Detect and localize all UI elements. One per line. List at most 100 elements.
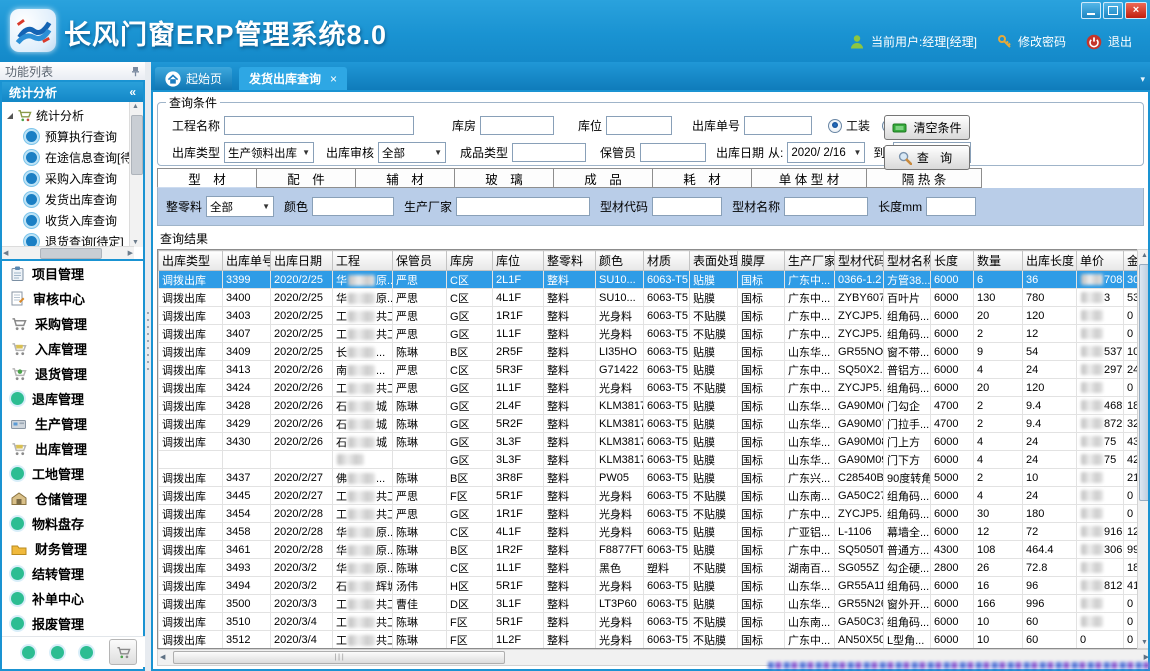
radio-gongzhuang[interactable]: [828, 119, 842, 133]
scroll-left-icon[interactable]: ◀: [160, 653, 165, 661]
column-header[interactable]: 工程: [333, 251, 393, 271]
sidebar-menu-item-2[interactable]: 审核中心: [2, 286, 143, 311]
table-row[interactable]: 调拨出库34072020/2/25工共工程严思G区1L1F整料光身料6063-T…: [159, 325, 1139, 343]
column-header[interactable]: 出库类型: [159, 251, 223, 271]
table-row[interactable]: 调拨出库34282020/2/26石城陈琳G区2L4F整料KLM38176063…: [159, 397, 1139, 415]
column-header[interactable]: 出库单号: [223, 251, 271, 271]
search-button[interactable]: 查 询: [884, 145, 970, 170]
tree-horizontal-scrollbar[interactable]: ◀ ▶: [2, 246, 134, 259]
cart-button[interactable]: [109, 639, 137, 665]
scroll-up-icon[interactable]: ▲: [132, 103, 139, 110]
length-input[interactable]: [926, 197, 976, 216]
change-password-link[interactable]: 修改密码: [1018, 33, 1066, 50]
material-tab-7[interactable]: 单 体 型 材: [751, 168, 867, 188]
green-dot-icon[interactable]: [80, 646, 93, 659]
scrollbar-thumb[interactable]: [131, 115, 143, 175]
profile-name-input[interactable]: [784, 197, 868, 216]
date-from-select[interactable]: 2020/ 2/16▼: [787, 142, 865, 163]
table-row[interactable]: 调拨出库35102020/3/4工共工程陈琳F区5R1F整料光身料6063-T5…: [159, 613, 1139, 631]
table-row[interactable]: 调拨出库35002020/3/3工共工程曹佳D区3L1F整料LT3P606063…: [159, 595, 1139, 613]
table-row[interactable]: 调拨出库35122020/3/4工共工程陈琳F区1L2F整料光身料6063-T5…: [159, 631, 1139, 649]
tree-item-1[interactable]: 预算执行查询: [2, 126, 143, 147]
column-header[interactable]: 金额: [1124, 251, 1139, 271]
column-header[interactable]: 出库长度: [1023, 251, 1077, 271]
column-header[interactable]: 型材代码: [835, 251, 884, 271]
sidebar-menu-item-3[interactable]: 采购管理: [2, 311, 143, 336]
table-row[interactable]: 调拨出库34292020/2/26石城陈琳G区5R2F整料KLM38176063…: [159, 415, 1139, 433]
column-header[interactable]: 型材名称: [884, 251, 931, 271]
color-input[interactable]: [312, 197, 394, 216]
column-header[interactable]: 整零料: [544, 251, 596, 271]
column-header[interactable]: 保管员: [393, 251, 447, 271]
close-button[interactable]: ×: [1125, 2, 1147, 19]
tab-shipment-query[interactable]: 发货出库查询 ×: [239, 67, 347, 90]
warehouse-input[interactable]: [480, 116, 554, 135]
scroll-right-icon[interactable]: ▶: [1144, 653, 1149, 661]
tab-close-icon[interactable]: ×: [330, 72, 337, 86]
logout-link[interactable]: 退出: [1108, 33, 1132, 50]
column-header[interactable]: 单价: [1077, 251, 1124, 271]
sidebar-menu-item-13[interactable]: 结转管理: [2, 561, 143, 586]
sidebar-menu-item-14[interactable]: 补单中心: [2, 586, 143, 611]
column-header[interactable]: 颜色: [596, 251, 644, 271]
audit-select[interactable]: 全部▼: [378, 142, 446, 163]
table-row[interactable]: 调拨出库34612020/2/28华原...陈琳B区1R2F整料F8877FT6…: [159, 541, 1139, 559]
location-input[interactable]: [606, 116, 672, 135]
scroll-right-icon[interactable]: ▶: [128, 249, 133, 257]
sidebar-menu-item-9[interactable]: 工地管理: [2, 461, 143, 486]
tree-item-3[interactable]: 采购入库查询: [2, 168, 143, 189]
grid-vertical-scrollbar[interactable]: ▲ ▼: [1137, 249, 1150, 649]
material-tab-6[interactable]: 耗 材: [652, 168, 752, 188]
sidebar-menu-item-7[interactable]: 生产管理: [2, 411, 143, 436]
sidebar-menu-item-6[interactable]: 退库管理: [2, 386, 143, 411]
table-row[interactable]: 调拨出库34372020/2/27佛...陈琳B区3R8F整料PW056063-…: [159, 469, 1139, 487]
table-row[interactable]: 调拨出库34032020/2/25工共工程严思G区1R1F整料光身料6063-T…: [159, 307, 1139, 325]
scrollbar-thumb[interactable]: [40, 248, 102, 259]
order-no-input[interactable]: [744, 116, 812, 135]
tree-item-2[interactable]: 在途信息查询[待: [2, 147, 143, 168]
sidebar-menu-item-8[interactable]: 出库管理: [2, 436, 143, 461]
column-header[interactable]: 库房: [447, 251, 493, 271]
column-header[interactable]: 长度: [931, 251, 974, 271]
table-row[interactable]: 调拨出库34942020/3/2石辉城汤伟H区5R1F整料光身料6063-T5贴…: [159, 577, 1139, 595]
column-header[interactable]: 生产厂家: [785, 251, 835, 271]
pin-icon[interactable]: [131, 66, 140, 77]
tabstrip-dropdown-icon[interactable]: ▾: [1140, 74, 1145, 85]
column-header[interactable]: 膜厚: [738, 251, 785, 271]
table-row[interactable]: 调拨出库34132020/2/26南...严思C区5R3F整料G71422606…: [159, 361, 1139, 379]
tree-root-node[interactable]: 统计分析: [2, 102, 143, 126]
scroll-left-icon[interactable]: ◀: [3, 249, 8, 257]
tree-item-4[interactable]: 发货出库查询: [2, 189, 143, 210]
material-tab-2[interactable]: 配 件: [256, 168, 356, 188]
whole-part-select[interactable]: 全部▼: [206, 196, 274, 217]
column-header[interactable]: 库位: [493, 251, 544, 271]
sidebar-menu-item-10[interactable]: 仓储管理: [2, 486, 143, 511]
maximize-button[interactable]: [1103, 2, 1123, 19]
product-type-input[interactable]: [512, 143, 586, 162]
table-row[interactable]: 调拨出库34092020/2/25长...陈琳B区2R5F整料LI35HO606…: [159, 343, 1139, 361]
green-dot-icon[interactable]: [51, 646, 64, 659]
collapse-icon[interactable]: «: [129, 85, 136, 99]
green-dot-icon[interactable]: [22, 646, 35, 659]
scrollbar-thumb[interactable]: [173, 651, 505, 664]
profile-code-input[interactable]: [652, 197, 722, 216]
manufacturer-input[interactable]: [456, 197, 590, 216]
tab-home[interactable]: 起始页: [155, 67, 232, 90]
minimize-button[interactable]: [1081, 2, 1101, 19]
sidebar-menu-item-15[interactable]: 报废管理: [2, 611, 143, 636]
tree-item-5[interactable]: 收货入库查询: [2, 210, 143, 231]
table-row[interactable]: 调拨出库34542020/2/28工共工程严思G区1R1F整料光身料6063-T…: [159, 505, 1139, 523]
table-row[interactable]: G区3L3F整料KLM38176063-T5贴膜国标山东华...GA90M09.…: [159, 451, 1139, 469]
material-tab-4[interactable]: 玻 璃: [454, 168, 554, 188]
column-header[interactable]: 材质: [644, 251, 690, 271]
tree-vertical-scrollbar[interactable]: ▲ ▼: [129, 102, 143, 247]
out-type-select[interactable]: 生产领料出库▼: [224, 142, 314, 163]
material-tab-1[interactable]: 型 材: [157, 168, 257, 188]
sidebar-menu-item-1[interactable]: 项目管理: [2, 261, 143, 286]
scroll-down-icon[interactable]: ▼: [1141, 639, 1148, 646]
sidebar-menu-item-11[interactable]: 物料盘存: [2, 511, 143, 536]
table-row[interactable]: 调拨出库34452020/2/27工共工程严思F区5R1F整料光身料6063-T…: [159, 487, 1139, 505]
table-row[interactable]: 调拨出库34002020/2/25华原...严思C区4L1F整料SU10...6…: [159, 289, 1139, 307]
table-row[interactable]: 调拨出库33992020/2/25华原...严思C区2L1F整料SU10...6…: [159, 271, 1139, 289]
tree-expand-icon[interactable]: [7, 113, 13, 119]
